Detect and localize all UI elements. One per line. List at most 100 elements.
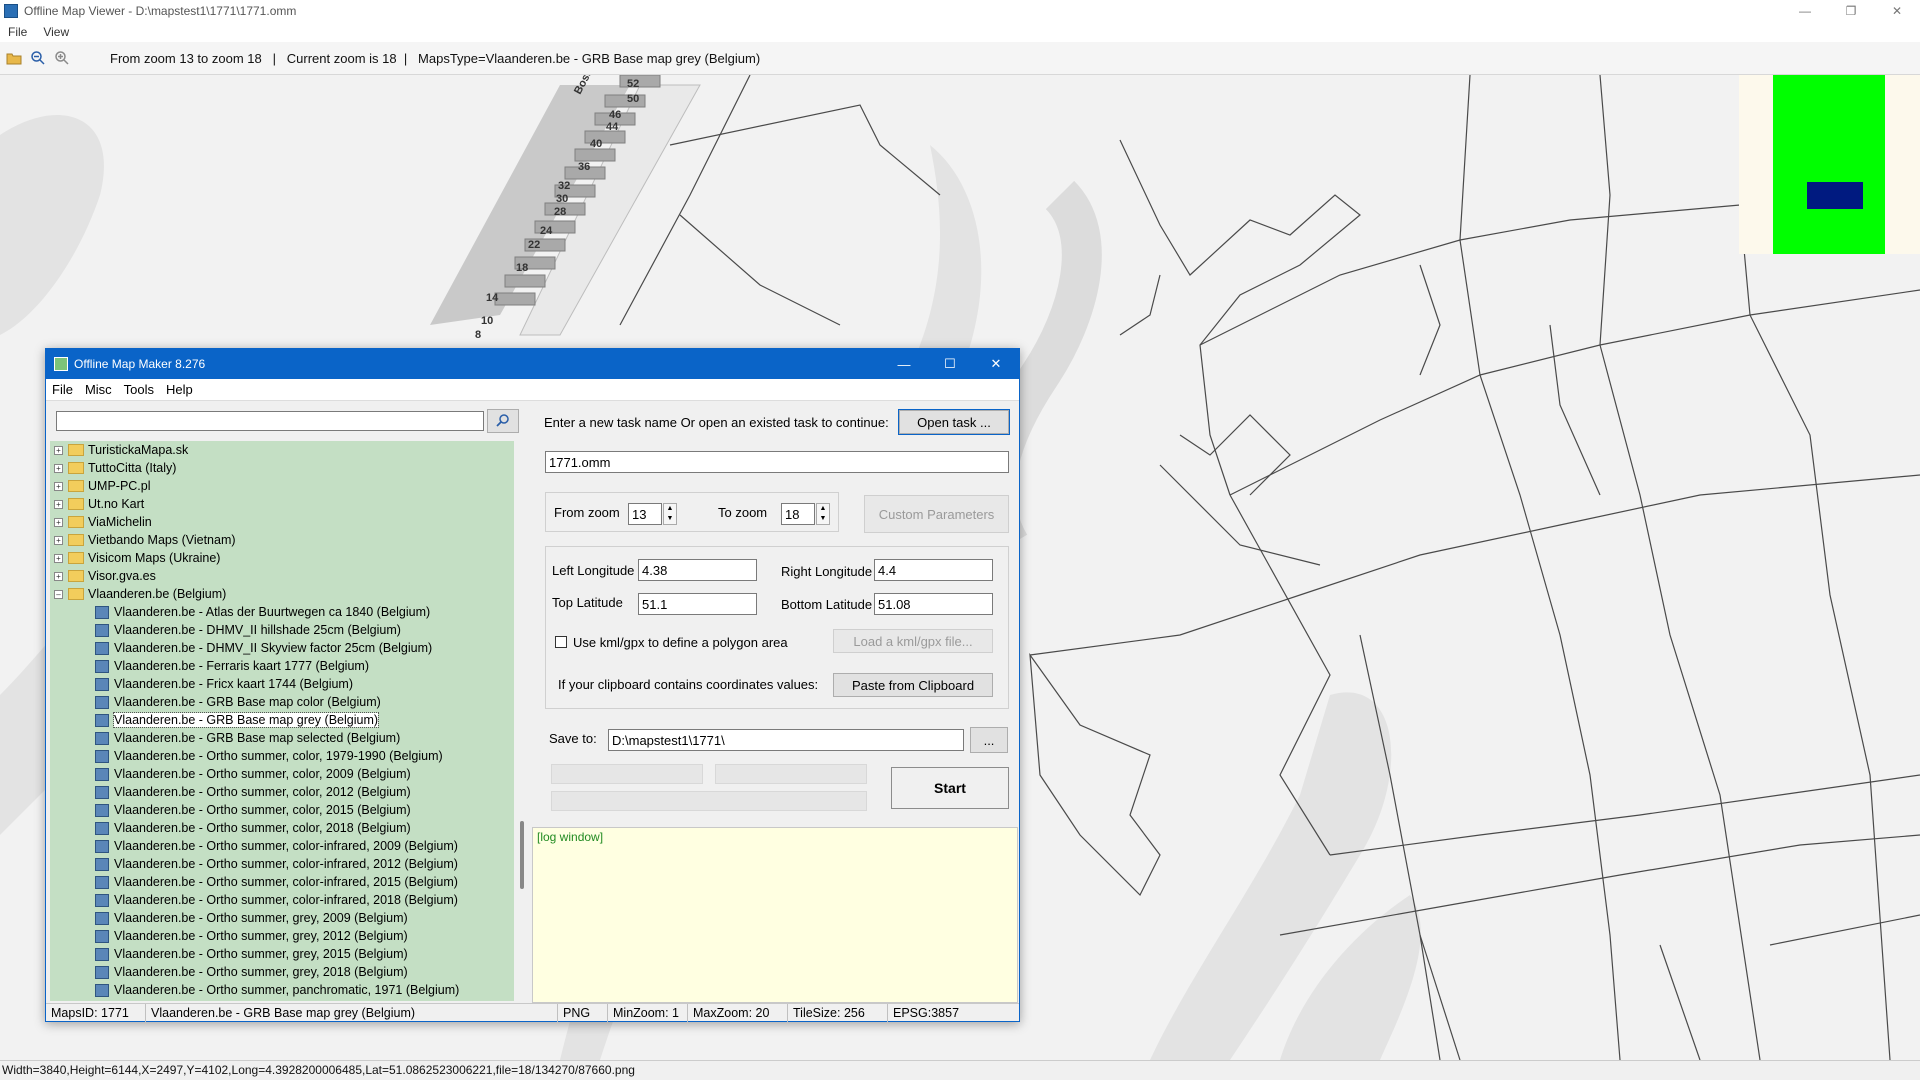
expand-icon[interactable]: +: [54, 499, 63, 509]
use-kml-checkbox[interactable]: [555, 636, 567, 648]
tree-map-label: Vlaanderen.be - GRB Base map grey (Belgi…: [112, 712, 380, 728]
map-icon: [95, 929, 109, 943]
tree-map-item[interactable]: Vlaanderen.be - Ortho summer, color-infr…: [50, 873, 514, 891]
dialog-menu-file[interactable]: File: [46, 382, 79, 397]
expand-icon[interactable]: +: [54, 445, 63, 455]
top-latitude-input[interactable]: [638, 593, 757, 615]
tree-folder-open[interactable]: – Vlaanderen.be (Belgium): [50, 585, 514, 603]
tree-scrollbar[interactable]: [516, 441, 532, 1001]
tree-map-item[interactable]: Vlaanderen.be - Ortho summer, color-infr…: [50, 891, 514, 909]
tree-folder[interactable]: + UMP-PC.pl: [50, 477, 514, 495]
expand-icon[interactable]: +: [54, 517, 63, 527]
map-icon: [95, 947, 109, 961]
tree-folder-label: TuristickaMapa.sk: [88, 443, 189, 457]
dialog-menu-help[interactable]: Help: [160, 382, 199, 397]
tree-folder[interactable]: + TuttoCitta (Italy): [50, 459, 514, 477]
minimap-viewport: [1807, 182, 1863, 209]
tree-folder[interactable]: + Vietbando Maps (Vietnam): [50, 531, 514, 549]
left-longitude-input[interactable]: [638, 559, 757, 581]
dialog-menu-misc[interactable]: Misc: [79, 382, 118, 397]
tree-map-item[interactable]: Vlaanderen.be - Atlas der Buurtwegen ca …: [50, 603, 514, 621]
menu-view[interactable]: View: [35, 25, 77, 39]
to-zoom-spinner[interactable]: ▲ ▼: [816, 503, 830, 525]
tree-map-item[interactable]: Vlaanderen.be - Ortho summer, panchromat…: [50, 981, 514, 999]
tree-map-item[interactable]: Vlaanderen.be - DHMV_II hillshade 25cm (…: [50, 621, 514, 639]
tree-map-item[interactable]: Vlaanderen.be - Ortho summer, color-infr…: [50, 855, 514, 873]
tree-map-item[interactable]: Vlaanderen.be - Fricx kaart 1744 (Belgiu…: [50, 675, 514, 693]
open-folder-icon[interactable]: [4, 48, 24, 68]
paste-from-clipboard-button[interactable]: Paste from Clipboard: [833, 673, 993, 697]
tree-folder[interactable]: + Visicom Maps (Ukraine): [50, 549, 514, 567]
map-icon: [95, 803, 109, 817]
save-to-label: Save to:: [549, 731, 597, 746]
folder-icon: [68, 480, 84, 492]
tree-map-item[interactable]: Vlaanderen.be - Ortho summer, color, 201…: [50, 801, 514, 819]
tree-map-label: Vlaanderen.be - Ortho summer, color, 201…: [114, 821, 411, 835]
close-button[interactable]: ✕: [1874, 0, 1920, 22]
tree-map-item[interactable]: Vlaanderen.be - Ortho summer, grey, 2015…: [50, 945, 514, 963]
map-search-input[interactable]: [56, 411, 484, 431]
start-button[interactable]: Start: [891, 767, 1009, 809]
dialog-minimize-button[interactable]: —: [881, 349, 927, 379]
to-zoom-input[interactable]: [781, 503, 815, 525]
map-name-status: Vlaanderen.be - GRB Base map grey (Belgi…: [146, 1004, 558, 1022]
menu-file[interactable]: File: [0, 25, 35, 39]
house-number: 24: [540, 225, 553, 237]
house-number: 22: [528, 239, 540, 251]
tree-map-item[interactable]: Vlaanderen.be - Ferraris kaart 1777 (Bel…: [50, 657, 514, 675]
search-button[interactable]: [487, 409, 519, 433]
from-zoom-spinner[interactable]: ▲ ▼: [663, 503, 677, 525]
tree-folder[interactable]: + TuristickaMapa.sk: [50, 441, 514, 459]
expand-icon[interactable]: +: [54, 463, 63, 473]
progress-bar: [551, 791, 867, 811]
tree-map-item[interactable]: Vlaanderen.be - Ortho summer, grey, 2009…: [50, 909, 514, 927]
browse-button[interactable]: ...: [970, 727, 1008, 753]
collapse-icon[interactable]: –: [54, 589, 63, 599]
scrollbar-thumb[interactable]: [520, 821, 524, 889]
tree-folder-label: UMP-PC.pl: [88, 479, 151, 493]
dialog-menu-tools[interactable]: Tools: [118, 382, 160, 397]
from-zoom-input[interactable]: [628, 503, 662, 525]
tree-folder[interactable]: + Ut.no Kart: [50, 495, 514, 513]
expand-icon[interactable]: +: [54, 481, 63, 491]
tree-map-item[interactable]: Vlaanderen.be - GRB Base map color (Belg…: [50, 693, 514, 711]
map-icon: [95, 893, 109, 907]
tree-folder[interactable]: + ViaMichelin: [50, 513, 514, 531]
custom-parameters-button[interactable]: Custom Parameters: [864, 495, 1009, 533]
save-path-input[interactable]: [608, 729, 964, 751]
tree-map-label: Vlaanderen.be - Fricx kaart 1744 (Belgiu…: [114, 677, 354, 691]
tree-map-item[interactable]: Vlaanderen.be - DHMV_II Skyview factor 2…: [50, 639, 514, 657]
dialog-maximize-button[interactable]: ☐: [927, 349, 973, 379]
tree-map-item[interactable]: Vlaanderen.be - Ortho summer, color, 197…: [50, 747, 514, 765]
right-longitude-input[interactable]: [874, 559, 993, 581]
tree-folder[interactable]: + Visor.gva.es: [50, 567, 514, 585]
expand-icon[interactable]: +: [54, 553, 63, 563]
restore-button[interactable]: ❐: [1828, 0, 1874, 22]
expand-icon[interactable]: +: [54, 571, 63, 581]
tree-map-item[interactable]: Vlaanderen.be - Ortho summer, grey, 2012…: [50, 927, 514, 945]
open-task-button[interactable]: Open task ...: [898, 409, 1010, 435]
task-name-input[interactable]: [545, 451, 1009, 473]
map-icon: [95, 695, 109, 709]
tree-map-item[interactable]: Vlaanderen.be - Ortho summer, color, 201…: [50, 819, 514, 837]
status-bar: Width=3840,Height=6144,X=2497,Y=4102,Lon…: [0, 1060, 1920, 1080]
dialog-close-button[interactable]: ✕: [973, 349, 1019, 379]
minimize-button[interactable]: —: [1782, 0, 1828, 22]
load-kml-button[interactable]: Load a kml/gpx file...: [833, 629, 993, 653]
bottom-latitude-input[interactable]: [874, 593, 993, 615]
folder-icon: [68, 444, 84, 456]
tree-map-item[interactable]: Vlaanderen.be - GRB Base map grey (Belgi…: [50, 711, 514, 729]
folder-icon: [68, 534, 84, 546]
tree-folder-label: Vlaanderen.be (Belgium): [88, 587, 227, 601]
tree-map-item[interactable]: Vlaanderen.be - Ortho summer, color, 200…: [50, 765, 514, 783]
zoom-out-icon[interactable]: [28, 48, 48, 68]
tree-map-item[interactable]: Vlaanderen.be - Ortho summer, color, 201…: [50, 783, 514, 801]
log-window[interactable]: [log window]: [532, 827, 1018, 1003]
maps-tree[interactable]: + TuristickaMapa.sk + TuttoCitta (Italy) + UM…: [50, 441, 514, 1001]
expand-icon[interactable]: +: [54, 535, 63, 545]
zoom-in-icon[interactable]: [52, 48, 72, 68]
tree-map-item[interactable]: Vlaanderen.be - Ortho summer, color-infr…: [50, 837, 514, 855]
tree-map-item[interactable]: Vlaanderen.be - GRB Base map selected (B…: [50, 729, 514, 747]
tree-map-item[interactable]: Vlaanderen.be - Ortho summer, grey, 2018…: [50, 963, 514, 981]
tree-map-label: Vlaanderen.be - Ortho summer, panchromat…: [114, 983, 460, 997]
